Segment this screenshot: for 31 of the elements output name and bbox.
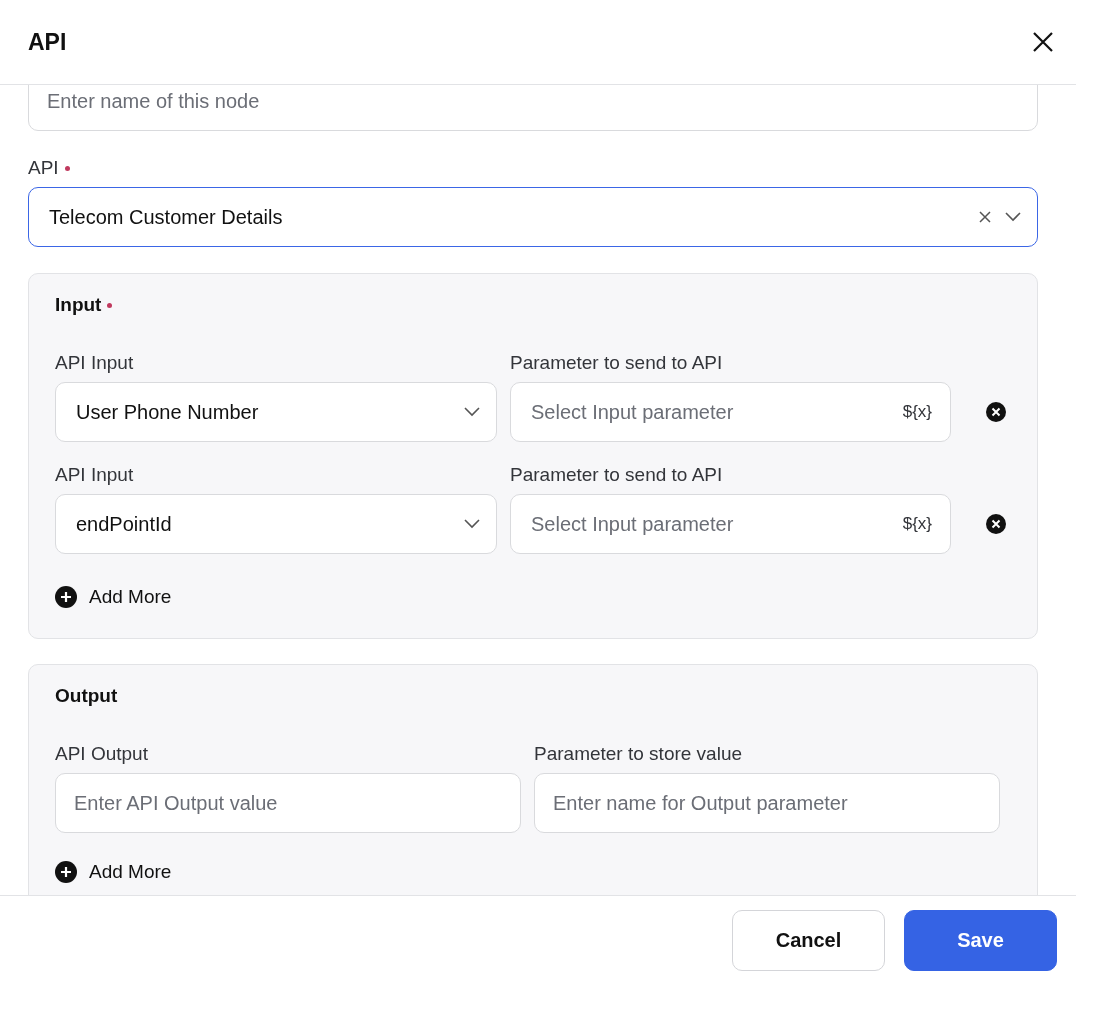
chevron-down-icon xyxy=(1005,212,1021,222)
close-icon[interactable] xyxy=(1032,31,1054,53)
chevron-down-icon xyxy=(464,407,480,417)
save-button[interactable]: Save xyxy=(904,909,1057,971)
variable-button[interactable]: ${x} xyxy=(902,514,932,534)
field-label: Parameter to send to API xyxy=(510,352,724,374)
api-output-field[interactable]: Enter API Output value xyxy=(55,773,521,833)
add-more-button[interactable]: Add More xyxy=(55,586,172,608)
section-title: Output xyxy=(55,685,118,707)
clear-icon[interactable] xyxy=(979,211,991,223)
dialog-title: API xyxy=(28,28,67,56)
cancel-button[interactable]: Cancel xyxy=(732,909,885,971)
parameter-field[interactable]: Select Input parameter ${x} xyxy=(510,382,951,442)
variable-button[interactable]: ${x} xyxy=(902,402,932,422)
api-input-select[interactable]: endPointId xyxy=(55,494,497,554)
plus-icon xyxy=(55,861,77,883)
field-label: API Input xyxy=(55,352,135,374)
field-label: API Input xyxy=(55,464,135,486)
field-label: API xyxy=(28,157,59,179)
field-label: Parameter to send to API xyxy=(510,464,724,486)
name-field[interactable]: Enter name of this node xyxy=(28,85,1038,131)
api-input-select[interactable]: User Phone Number xyxy=(55,382,497,442)
chevron-down-icon xyxy=(464,519,480,529)
field-label: Parameter to store value xyxy=(534,743,744,765)
plus-icon xyxy=(55,586,77,608)
add-more-button[interactable]: Add More xyxy=(55,861,172,883)
parameter-field[interactable]: Select Input parameter ${x} xyxy=(510,494,951,554)
output-parameter-field[interactable]: Enter name for Output parameter xyxy=(534,773,1000,833)
api-select[interactable]: Telecom Customer Details xyxy=(28,187,1038,247)
field-label: API Output xyxy=(55,743,149,765)
section-title: Input xyxy=(55,294,102,316)
